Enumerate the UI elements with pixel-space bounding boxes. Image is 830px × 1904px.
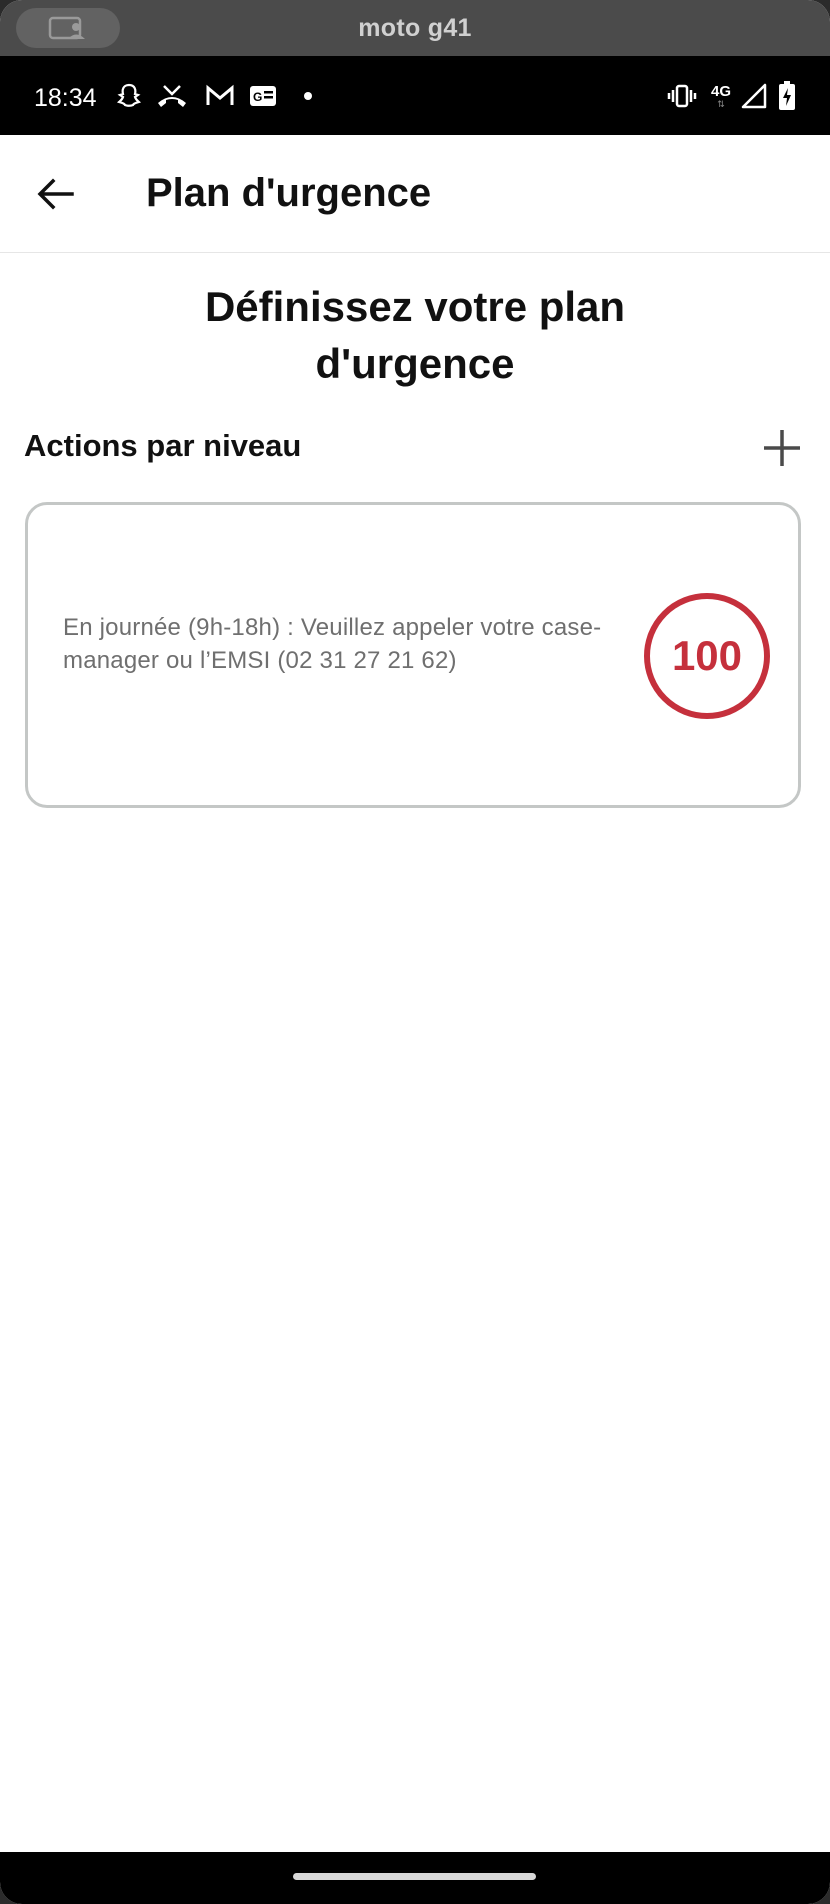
action-card[interactable]: En journée (9h-18h) : Veuillez appeler v… — [25, 502, 801, 808]
news-icon: G — [248, 80, 278, 112]
svg-text:G: G — [253, 90, 262, 104]
network-type: 4G ⇅ — [710, 82, 731, 109]
screen-mirror-icon — [48, 16, 85, 40]
missed-call-icon — [154, 80, 190, 112]
signal-icon — [740, 80, 768, 112]
notification-dot — [300, 80, 316, 112]
emulator-title-bar: moto g41 — [0, 0, 830, 56]
section-title: Actions par niveau — [24, 428, 302, 463]
plus-icon — [764, 430, 800, 466]
app-bar: Plan d'urgence — [0, 135, 830, 253]
plan-heading-line-1: Définissez votre plan — [204, 283, 626, 330]
arrow-back-icon — [37, 178, 74, 210]
home-gesture-handle[interactable] — [293, 1873, 536, 1880]
actions-section-header: Actions par niveau — [24, 424, 806, 470]
battery-charging-icon — [776, 80, 798, 112]
device-screen: moto g41 18:34 G 4G ⇅ Plan d'urgence Déf… — [0, 0, 830, 1904]
status-time: 18:34 — [34, 84, 97, 112]
add-action-button[interactable] — [758, 424, 806, 472]
navigation-bar — [0, 1852, 830, 1904]
level-value: 100 — [671, 632, 743, 679]
back-button[interactable] — [30, 169, 80, 219]
snapchat-icon — [116, 80, 142, 112]
status-bar: 18:34 G 4G ⇅ — [0, 56, 830, 135]
level-badge: 100 — [644, 593, 770, 719]
vibrate-icon — [666, 80, 698, 112]
screen-mirror-button[interactable] — [16, 8, 120, 48]
plan-heading-line-2: d'urgence — [315, 340, 515, 387]
gmail-icon — [204, 80, 236, 112]
page-title: Plan d'urgence — [146, 171, 432, 215]
plan-heading: Définissez votre plan d'urgence — [0, 278, 830, 392]
action-description: En journée (9h-18h) : Veuillez appeler v… — [63, 614, 602, 674]
emulator-title: moto g41 — [358, 13, 472, 42]
